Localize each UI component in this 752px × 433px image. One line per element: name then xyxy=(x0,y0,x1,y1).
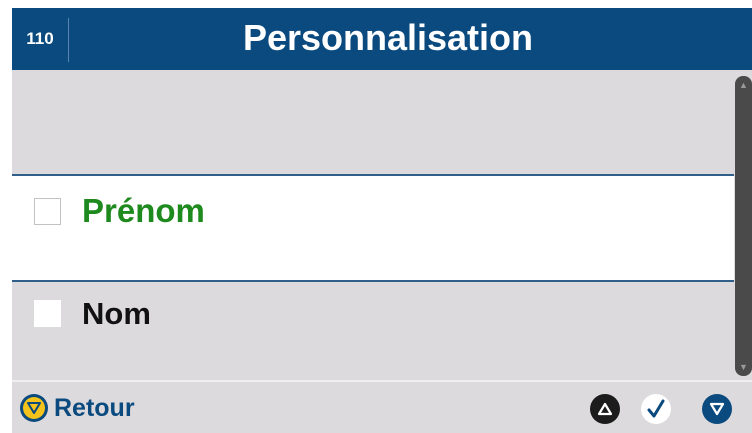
empty-row xyxy=(12,70,734,174)
list-item-label: Nom xyxy=(82,296,151,331)
back-circle-icon xyxy=(20,394,48,422)
down-button[interactable] xyxy=(702,394,732,424)
options-list: Prénom Nom xyxy=(12,70,734,378)
checkbox-nom[interactable] xyxy=(34,300,61,327)
triangle-up-icon xyxy=(597,402,613,416)
check-icon xyxy=(647,399,665,418)
triangle-down-icon xyxy=(709,402,725,416)
scroll-up-arrow-icon[interactable]: ▲ xyxy=(738,80,749,90)
screen: 110 Personnalisation Prénom Nom ▲ ▼ Reto… xyxy=(12,8,752,433)
scroll-down-arrow-icon[interactable]: ▼ xyxy=(738,362,749,372)
list-item-nom[interactable]: Nom xyxy=(12,282,734,378)
header-bar: 110 Personnalisation xyxy=(12,8,752,70)
scrollbar[interactable]: ▲ ▼ xyxy=(735,76,752,376)
back-label: Retour xyxy=(54,393,135,422)
list-item-prenom[interactable]: Prénom xyxy=(12,174,734,282)
up-button[interactable] xyxy=(590,394,620,424)
checkbox-prenom[interactable] xyxy=(34,198,61,225)
back-button[interactable]: Retour xyxy=(20,392,135,424)
ok-button[interactable] xyxy=(641,394,671,424)
footer-bar: Retour xyxy=(12,380,752,433)
page-title: Personnalisation xyxy=(242,17,534,58)
list-item-label: Prénom xyxy=(82,192,205,229)
screen-number: 110 xyxy=(26,29,54,48)
